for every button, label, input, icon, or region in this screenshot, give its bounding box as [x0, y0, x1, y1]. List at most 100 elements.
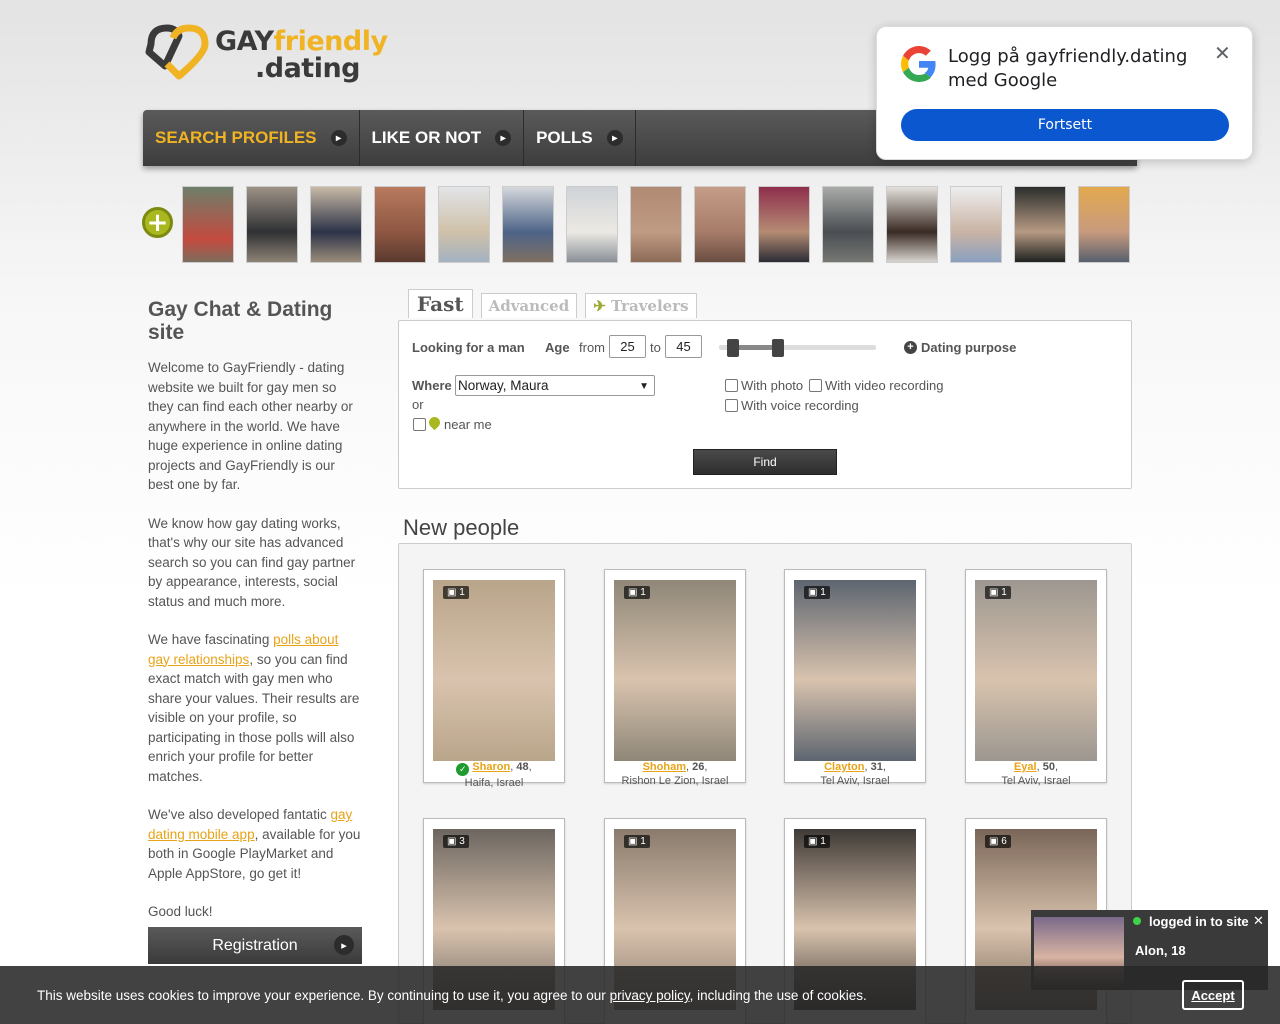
featured-profile-thumb[interactable]: [694, 186, 746, 263]
profile-photo[interactable]: ▣ 1: [975, 580, 1097, 761]
profile-info: Shoham, 26, Rishon Le Zion, Israel: [605, 760, 745, 788]
with-photo-label: With photo: [741, 378, 804, 393]
intro-paragraph-4: We've also developed fantatic gay dating…: [148, 807, 361, 881]
profile-photo[interactable]: ▣ 1: [794, 580, 916, 761]
camera-icon: ▣: [808, 836, 821, 847]
google-popup-title: Logg på gayfriendly.dating med Google: [948, 46, 1188, 91]
age-label: Age: [545, 340, 570, 355]
near-me-checkbox[interactable]: [413, 418, 426, 431]
find-button[interactable]: Find: [693, 449, 837, 475]
featured-profile-thumb[interactable]: [1014, 186, 1066, 263]
profile-card[interactable]: ▣ 1 Clayton, 31, Tel Aviv, Israel: [784, 569, 926, 787]
looking-for-label: Looking for a man: [412, 340, 525, 355]
dating-purpose-toggle[interactable]: + Dating purpose: [904, 340, 1016, 355]
featured-profile-thumb[interactable]: [438, 186, 490, 263]
profile-photo[interactable]: ▣ 1: [433, 580, 555, 761]
intro-paragraph-3: We have fascinating polls about gay rela…: [148, 632, 360, 784]
with-video-checkbox[interactable]: [809, 379, 822, 392]
plane-icon: ✈: [593, 297, 606, 315]
featured-profile-thumb[interactable]: [374, 186, 426, 263]
nav-search-profiles[interactable]: SEARCH PROFILES ▸: [143, 110, 360, 166]
intro-paragraph-1: Welcome to GayFriendly - dating website …: [148, 360, 353, 492]
age-to-label: to: [650, 340, 661, 355]
profile-card[interactable]: ▣ 1 Shoham, 26, Rishon Le Zion, Israel: [604, 569, 746, 787]
camera-icon: ▣: [447, 587, 460, 598]
camera-icon: ▣: [989, 836, 1002, 847]
logo-domain: .dating: [255, 53, 361, 84]
featured-profile-thumb[interactable]: [182, 186, 234, 263]
age-slider-max-handle[interactable]: [772, 339, 784, 357]
close-icon[interactable]: ✕: [1214, 41, 1231, 65]
photo-count-badge: ▣ 1: [804, 586, 830, 599]
profile-name-link[interactable]: Sharon: [472, 761, 510, 773]
with-photo-checkbox[interactable]: [725, 379, 738, 392]
featured-profile-thumb[interactable]: [1078, 186, 1130, 263]
camera-icon: ▣: [628, 836, 641, 847]
nav-polls[interactable]: POLLS ▸: [524, 110, 636, 166]
featured-profile-thumb[interactable]: [630, 186, 682, 263]
where-select[interactable]: Norway, Maura ▼: [455, 375, 655, 396]
cookie-accept-button[interactable]: Accept: [1182, 980, 1244, 1010]
add-photo-plus-icon[interactable]: +: [142, 207, 173, 238]
featured-profile-thumb[interactable]: [566, 186, 618, 263]
age-slider-min-handle[interactable]: [727, 339, 739, 357]
nav-like-or-not[interactable]: LIKE OR NOT ▸: [360, 110, 525, 166]
intro-title: Gay Chat & Dating site: [148, 298, 333, 344]
profile-age: 26: [692, 761, 705, 773]
featured-profiles-strip: [182, 186, 1130, 263]
nav-label: SEARCH PROFILES: [155, 128, 317, 147]
chevron-right-icon: ▸: [606, 130, 623, 146]
featured-profile-thumb[interactable]: [822, 186, 874, 263]
featured-profile-thumb[interactable]: [950, 186, 1002, 263]
logo-heart-icon: [145, 24, 209, 80]
profile-info: ✓ Sharon, 48, Haifa, Israel: [424, 760, 564, 790]
profile-card[interactable]: ▣ 1 Eyal, 50, Tel Aviv, Israel: [965, 569, 1107, 787]
profile-info: Clayton, 31, Tel Aviv, Israel: [785, 760, 925, 788]
new-people-title: New people: [403, 515, 520, 540]
age-to-input[interactable]: 45: [665, 335, 702, 358]
chevron-right-icon: ▸: [334, 935, 354, 955]
profile-location: Tel Aviv, Israel: [820, 775, 890, 787]
profile-location: Haifa, Israel: [464, 776, 524, 789]
online-status-icon: [1133, 917, 1141, 925]
camera-icon: ▣: [808, 587, 821, 598]
cookie-banner: This website uses cookies to improve you…: [0, 966, 1280, 1024]
tab-travelers[interactable]: ✈ Travelers: [585, 293, 697, 318]
privacy-policy-link[interactable]: privacy policy: [610, 988, 690, 1003]
location-pin-icon: [426, 414, 443, 431]
profile-photo[interactable]: ▣ 1: [614, 580, 736, 761]
where-label: Where: [412, 378, 452, 393]
verified-check-icon: ✓: [456, 762, 470, 776]
photo-count-badge: ▣ 1: [443, 586, 469, 599]
featured-profile-thumb[interactable]: [502, 186, 554, 263]
profile-name-link[interactable]: Eyal: [1014, 761, 1037, 773]
chevron-right-icon: ▸: [330, 130, 347, 146]
search-tabs: Fast Advanced ✈ Travelers: [408, 289, 697, 318]
registration-label: Registration: [212, 936, 298, 954]
profile-name-link[interactable]: Shoham: [643, 761, 686, 773]
profile-name-link[interactable]: Clayton: [824, 761, 864, 773]
profile-location: Tel Aviv, Israel: [1001, 775, 1071, 787]
camera-icon: ▣: [628, 587, 641, 598]
age-from-label: from: [579, 340, 605, 355]
featured-profile-thumb[interactable]: [246, 186, 298, 263]
logo-text: GAYfriendly .dating: [215, 28, 388, 82]
with-voice-checkbox[interactable]: [725, 399, 738, 412]
featured-profile-thumb[interactable]: [310, 186, 362, 263]
featured-profile-thumb[interactable]: [758, 186, 810, 263]
tab-fast[interactable]: Fast: [408, 289, 473, 318]
featured-profile-thumb[interactable]: [886, 186, 938, 263]
google-continue-button[interactable]: Fortsett: [901, 109, 1229, 141]
where-value: Norway, Maura: [458, 378, 549, 393]
google-logo-icon: [901, 46, 936, 82]
age-from-input[interactable]: 25: [609, 335, 646, 358]
site-logo[interactable]: GAYfriendly .dating: [143, 24, 413, 86]
notification-user-name: Alon, 18: [1135, 943, 1186, 958]
close-icon[interactable]: ✕: [1253, 913, 1264, 929]
profile-card[interactable]: ▣ 1 ✓ Sharon, 48, Haifa, Israel: [423, 569, 565, 789]
profile-age: 31: [870, 761, 883, 773]
registration-button[interactable]: Registration ▸: [148, 927, 362, 964]
profile-info: Eyal, 50, Tel Aviv, Israel: [966, 760, 1106, 788]
tab-advanced[interactable]: Advanced: [480, 293, 578, 318]
camera-icon: ▣: [989, 587, 1002, 598]
